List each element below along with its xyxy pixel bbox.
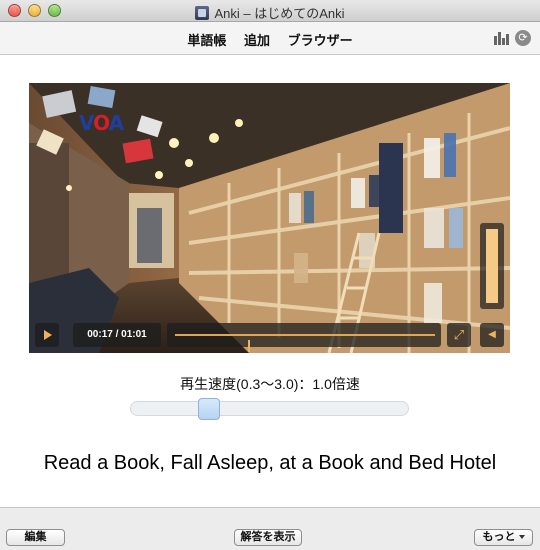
volume-level xyxy=(486,229,498,303)
voa-logo: VOA xyxy=(79,111,124,135)
anki-app-icon xyxy=(195,6,210,20)
add-link[interactable]: 追加 xyxy=(244,33,270,48)
video-controls: 00:17 / 01:01 ⤢ ◀ xyxy=(29,319,510,353)
bottom-bar: 編集 解答を表示 もっと xyxy=(0,507,540,550)
window-title-group: Anki – はじめてのAnki xyxy=(0,3,540,22)
seek-thumb[interactable] xyxy=(247,340,250,352)
card-caption: Read a Book, Fall Asleep, at a Book and … xyxy=(43,452,497,474)
toolbar-links: 単語帳 追加 ブラウザー xyxy=(0,30,540,49)
playback-speed-label: 再生速度(0.3〜3.0)：1.0倍速 xyxy=(180,376,360,392)
title-bar: Anki – はじめてのAnki xyxy=(0,0,540,22)
decks-link[interactable]: 単語帳 xyxy=(187,33,226,48)
seek-track xyxy=(175,334,435,352)
video-player[interactable]: VOA 00:17 / 01:01 ⤢ ◀ xyxy=(29,83,510,353)
edit-button[interactable]: 編集 xyxy=(6,529,65,546)
stats-icon[interactable] xyxy=(494,32,509,45)
browse-link[interactable]: ブラウザー xyxy=(288,33,353,48)
window-title: Anki – はじめてのAnki xyxy=(214,6,345,21)
more-label: もっと xyxy=(482,531,516,543)
seek-bar[interactable] xyxy=(167,323,441,352)
playback-speed-slider[interactable] xyxy=(130,398,409,420)
fullscreen-button[interactable]: ⤢ xyxy=(447,323,471,347)
main-toolbar: 単語帳 追加 ブラウザー ⟳ xyxy=(0,22,540,55)
play-button[interactable] xyxy=(35,323,59,347)
mute-button[interactable]: ◀ xyxy=(480,323,504,347)
show-answer-button[interactable]: 解答を表示 xyxy=(234,529,302,546)
volume-slider[interactable] xyxy=(480,223,504,309)
more-button[interactable]: もっと xyxy=(474,529,533,546)
time-display: 00:17 / 01:01 xyxy=(73,323,161,347)
chevron-down-icon xyxy=(518,535,525,539)
playback-speed-thumb[interactable] xyxy=(197,398,220,420)
anki-reviewer-window: Anki – はじめてのAnki 単語帳 追加 ブラウザー ⟳ VOA 00:1… xyxy=(0,0,540,550)
sync-icon[interactable]: ⟳ xyxy=(515,30,531,46)
